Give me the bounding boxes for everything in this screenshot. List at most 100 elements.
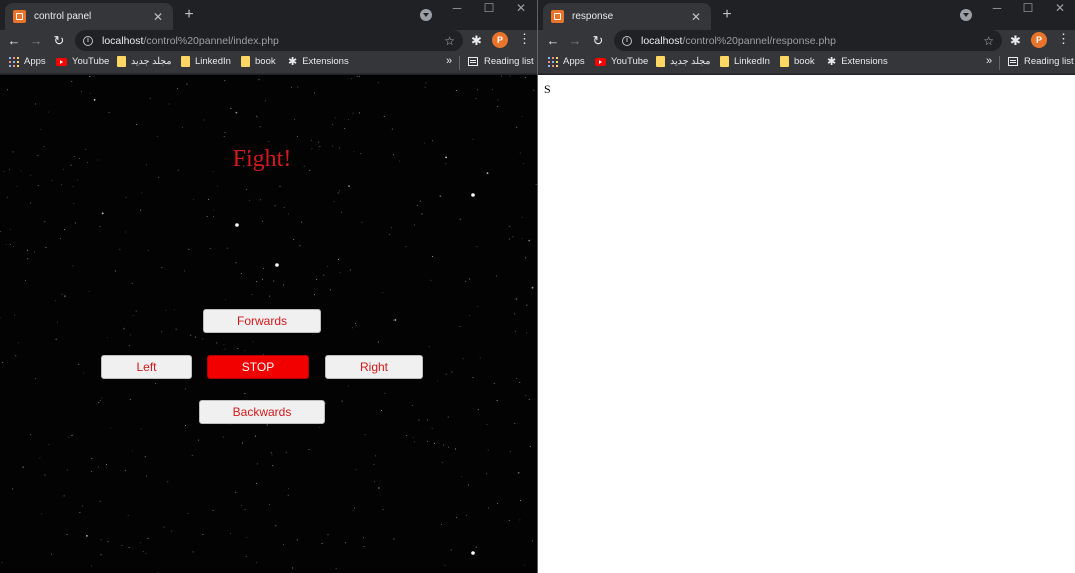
close-icon[interactable]: ✕ <box>689 10 703 24</box>
maximize-icon[interactable]: ☐ <box>474 1 504 15</box>
bookmark-youtube[interactable]: YouTube <box>595 56 648 67</box>
forward-icon[interactable]: → <box>566 32 584 50</box>
backwards-button[interactable]: Backwards <box>199 400 325 424</box>
tab-search-icon[interactable] <box>420 9 432 21</box>
more-bookmarks-chevron[interactable]: » <box>446 55 452 67</box>
star <box>509 75 511 77</box>
star <box>40 513 42 515</box>
star <box>264 100 266 102</box>
star <box>347 385 349 387</box>
forward-icon[interactable]: → <box>27 32 45 50</box>
folder-icon <box>656 56 665 67</box>
menu-icon[interactable]: ⋮ <box>1057 31 1070 47</box>
minimize-icon[interactable]: ─ <box>982 1 1012 15</box>
window-close-icon[interactable]: ✕ <box>506 1 536 15</box>
star <box>106 464 107 465</box>
bookmark-folder-new[interactable]: مجلد جديد <box>117 56 171 67</box>
star <box>184 425 186 426</box>
star <box>51 180 53 182</box>
address-bar[interactable]: i localhost/control%20pannel/response.ph… <box>614 30 1002 51</box>
star <box>525 77 527 79</box>
tab-search-icon[interactable] <box>960 9 972 21</box>
star <box>63 229 65 231</box>
minimize-icon[interactable]: ─ <box>442 1 472 15</box>
star <box>283 544 285 546</box>
right-button[interactable]: Right <box>325 355 423 379</box>
star <box>475 98 477 99</box>
info-icon[interactable]: i <box>622 35 632 46</box>
more-bookmarks-chevron[interactable]: » <box>986 55 992 67</box>
favicon <box>551 10 564 23</box>
star-icon[interactable]: ☆ <box>444 34 455 48</box>
star-icon[interactable]: ☆ <box>983 34 994 48</box>
avatar[interactable]: P <box>492 32 508 48</box>
star <box>184 270 185 272</box>
new-tab-icon[interactable]: + <box>181 6 197 24</box>
reading-list-button[interactable]: Reading list <box>1008 56 1074 67</box>
close-icon[interactable]: ✕ <box>151 10 165 24</box>
bookmark-apps[interactable]: Apps <box>9 56 46 67</box>
bookmark-book[interactable]: book <box>241 56 276 67</box>
extensions-icon[interactable]: ✱ <box>1010 33 1021 49</box>
bright-star <box>471 193 475 197</box>
extensions-icon[interactable]: ✱ <box>471 33 482 49</box>
star <box>235 111 238 114</box>
star <box>373 464 375 465</box>
star <box>135 310 137 312</box>
bookmark-youtube[interactable]: YouTube <box>56 56 109 67</box>
bookmark-linkedin[interactable]: LinkedIn <box>720 56 770 67</box>
forwards-button[interactable]: Forwards <box>203 309 321 333</box>
reload-icon[interactable]: ↻ <box>50 32 68 50</box>
star <box>356 76 358 77</box>
star <box>128 345 130 347</box>
stop-button[interactable]: STOP <box>207 355 309 379</box>
star <box>64 295 66 298</box>
back-icon[interactable]: ← <box>5 32 23 50</box>
left-button[interactable]: Left <box>101 355 192 379</box>
maximize-icon[interactable]: ☐ <box>1013 1 1043 15</box>
bookmark-extensions[interactable]: ✱ Extensions <box>288 56 349 67</box>
star <box>145 552 147 554</box>
reload-icon[interactable]: ↻ <box>589 32 607 50</box>
star <box>88 290 90 292</box>
star <box>497 99 499 101</box>
star <box>290 86 292 88</box>
tab-control-panel[interactable]: control panel ✕ <box>5 3 173 30</box>
new-tab-icon[interactable]: + <box>719 6 735 24</box>
bookmark-linkedin[interactable]: LinkedIn <box>181 56 231 67</box>
youtube-icon <box>595 57 606 66</box>
menu-icon[interactable]: ⋮ <box>518 31 531 47</box>
star <box>224 348 226 350</box>
url-text[interactable]: localhost/control%20pannel/response.php <box>641 35 983 47</box>
star <box>513 313 515 315</box>
star <box>140 542 142 544</box>
star <box>319 427 321 429</box>
url-text[interactable]: localhost/control%20pannel/index.php <box>102 35 444 47</box>
reading-list-button[interactable]: Reading list <box>468 56 534 67</box>
star <box>514 330 516 332</box>
bookmark-apps[interactable]: Apps <box>548 56 585 67</box>
window-close-icon[interactable]: ✕ <box>1045 1 1075 15</box>
tab-title: control panel <box>34 11 92 22</box>
address-bar[interactable]: i localhost/control%20pannel/index.php ☆ <box>75 30 463 51</box>
star <box>39 457 41 459</box>
reading-list-icon <box>468 57 478 66</box>
star <box>16 185 18 187</box>
star <box>212 509 214 511</box>
star <box>44 474 46 476</box>
star <box>202 533 204 535</box>
star <box>37 185 39 186</box>
star <box>262 278 263 280</box>
star <box>240 272 242 274</box>
bookmark-extensions[interactable]: ✱ Extensions <box>827 56 888 67</box>
star <box>459 218 461 220</box>
star <box>80 91 82 93</box>
tab-response[interactable]: response ✕ <box>543 3 711 30</box>
bookmark-folder-new[interactable]: مجلد جديد <box>656 56 710 67</box>
avatar[interactable]: P <box>1031 32 1047 48</box>
back-icon[interactable]: ← <box>544 32 562 50</box>
star <box>416 205 418 206</box>
star <box>334 117 336 119</box>
info-icon[interactable]: i <box>83 35 93 46</box>
bookmark-book[interactable]: book <box>780 56 815 67</box>
